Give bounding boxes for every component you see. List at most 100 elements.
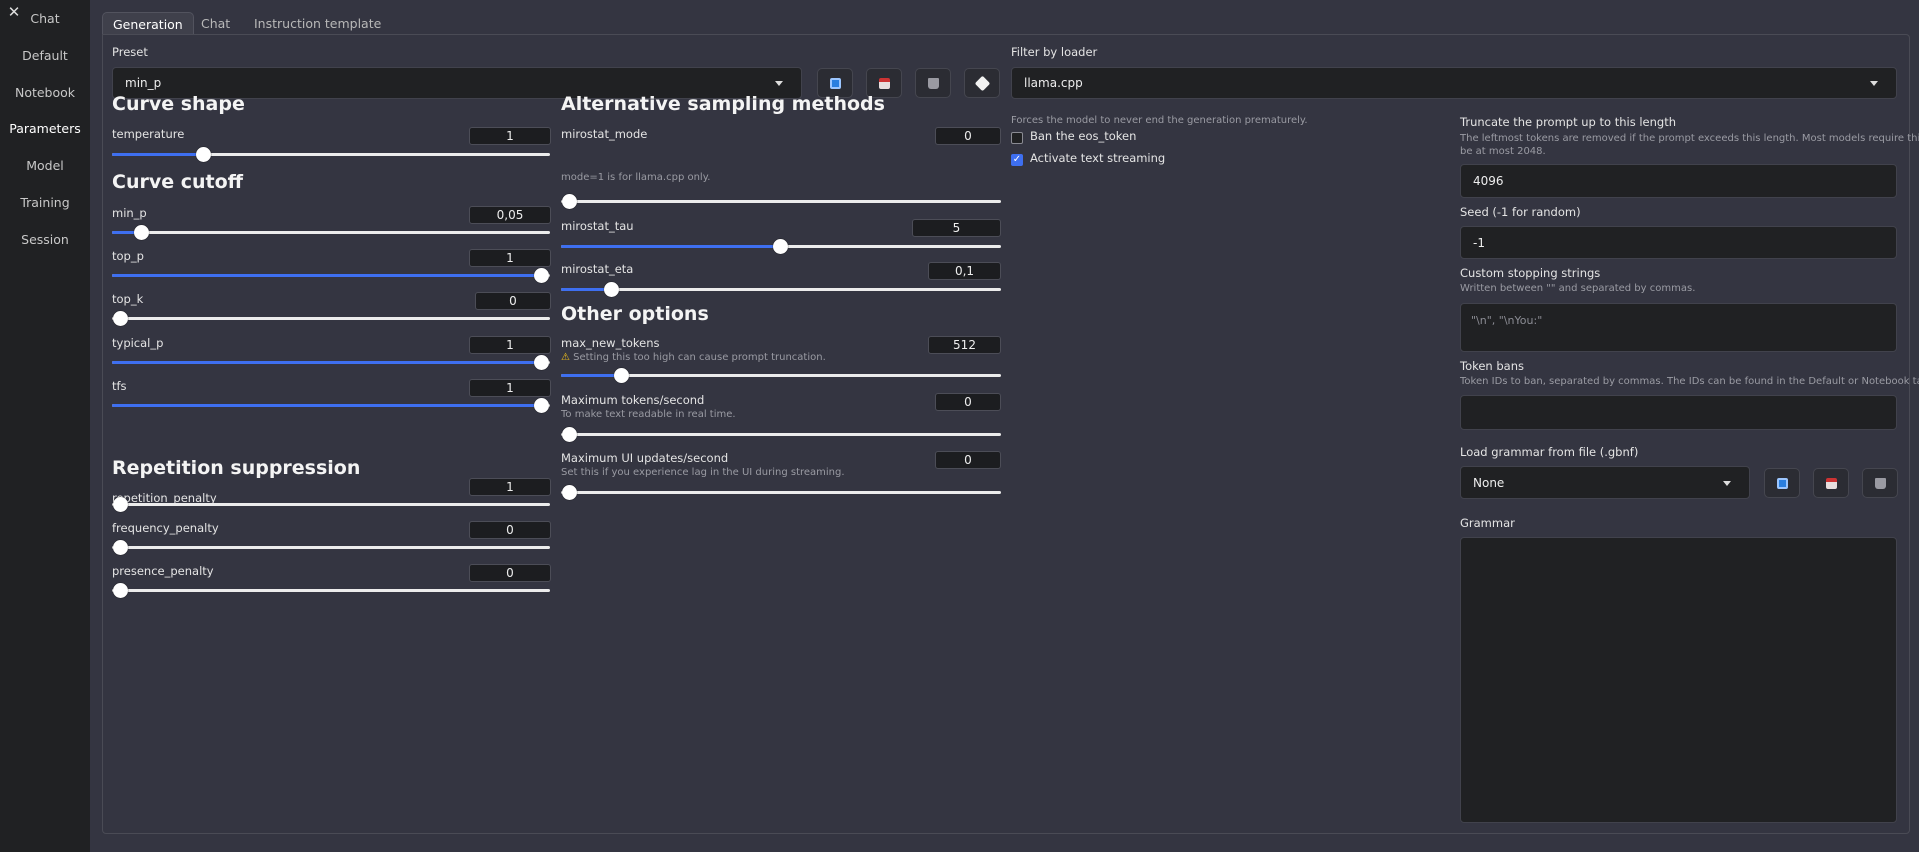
eos-note: Forces the model to never end the genera… — [1011, 115, 1308, 126]
frequency-penalty-slider[interactable] — [112, 540, 550, 555]
preset-value: min_p — [125, 76, 162, 90]
mirostat-eta-input[interactable]: 0,1 — [928, 262, 1001, 280]
typical-p-input[interactable]: 1 — [469, 336, 551, 354]
sidebar-item-parameters[interactable]: Parameters — [0, 121, 90, 136]
max-new-tokens-label: max_new_tokens — [561, 336, 660, 350]
preset-label: Preset — [112, 45, 148, 59]
min-p-slider[interactable] — [112, 225, 550, 240]
top-p-input[interactable]: 1 — [469, 249, 551, 267]
top-k-slider[interactable] — [112, 311, 550, 326]
delete-preset-button[interactable] — [915, 68, 951, 98]
typical-p-label: typical_p — [112, 336, 164, 350]
loader-dropdown[interactable]: llama.cpp — [1011, 67, 1897, 99]
streaming-label: Activate text streaming — [1030, 151, 1166, 165]
slider-handle[interactable] — [134, 225, 149, 240]
top-k-label: top_k — [112, 292, 144, 306]
token-bans-hint: Token IDs to ban, separated by commas. T… — [1460, 376, 1919, 387]
temperature-input[interactable]: 1 — [469, 127, 551, 145]
delete-grammar-button[interactable] — [1862, 468, 1898, 498]
mirostat-eta-label: mirostat_eta — [561, 262, 634, 276]
mirostat-mode-input[interactable]: 0 — [935, 127, 1001, 145]
min-p-input[interactable]: 0,05 — [469, 206, 551, 224]
max-ui-slider[interactable] — [561, 485, 1001, 500]
frequency-penalty-input[interactable]: 0 — [469, 521, 551, 539]
tfs-slider[interactable] — [112, 398, 550, 413]
grammar-label: Grammar — [1460, 516, 1515, 530]
presence-penalty-label: presence_penalty — [112, 564, 214, 578]
sidebar-item-training[interactable]: Training — [0, 195, 90, 210]
sidebar-item-session[interactable]: Session — [0, 232, 90, 247]
truncate-hint-1: The leftmost tokens are removed if the p… — [1460, 133, 1919, 144]
slider-handle[interactable] — [604, 282, 619, 297]
slider-handle[interactable] — [534, 355, 549, 370]
slider-handle[interactable] — [562, 194, 577, 209]
temperature-slider[interactable] — [112, 147, 550, 162]
slider-handle[interactable] — [113, 497, 128, 512]
seed-input[interactable]: -1 — [1460, 226, 1897, 259]
curve-cutoff-heading: Curve cutoff — [112, 171, 244, 193]
max-ui-hint: Set this if you experience lag in the UI… — [561, 467, 845, 478]
max-tps-label: Maximum tokens/second — [561, 393, 705, 407]
min-p-label: min_p — [112, 206, 147, 220]
streaming-checkbox[interactable]: ✓ — [1011, 154, 1023, 166]
slider-handle[interactable] — [113, 311, 128, 326]
tfs-input[interactable]: 1 — [469, 379, 551, 397]
slider-handle[interactable] — [562, 427, 577, 442]
typical-p-slider[interactable] — [112, 355, 550, 370]
stop-strings-input[interactable]: "\n", "\nYou:" — [1460, 303, 1897, 352]
random-preset-button[interactable] — [964, 68, 1000, 98]
loader-label: Filter by loader — [1011, 45, 1098, 59]
max-ui-input[interactable]: 0 — [935, 451, 1001, 469]
save-grammar-button[interactable] — [1813, 468, 1849, 498]
slider-handle[interactable] — [614, 368, 629, 383]
max-new-tokens-slider[interactable] — [561, 368, 1001, 383]
mirostat-mode-hint: mode=1 is for llama.cpp only. — [561, 172, 711, 183]
token-bans-input[interactable] — [1460, 395, 1897, 430]
tab-chat[interactable]: Chat — [201, 12, 230, 35]
mirostat-eta-slider[interactable] — [561, 282, 1001, 297]
ban-eos-checkbox[interactable] — [1011, 132, 1023, 144]
generation-panel: Preset min_p Filter by loader llama.cpp … — [102, 34, 1919, 834]
stop-hint: Written between "" and separated by comm… — [1460, 283, 1696, 294]
warning-icon: ⚠ — [561, 352, 570, 363]
sidebar-item-model[interactable]: Model — [0, 158, 90, 173]
stop-label: Custom stopping strings — [1460, 266, 1601, 280]
tab-instruction-template[interactable]: Instruction template — [254, 12, 381, 35]
tab-generation[interactable]: Generation — [102, 12, 194, 35]
max-tps-slider[interactable] — [561, 427, 1001, 442]
repetition-penalty-slider[interactable] — [112, 497, 550, 512]
sidebar-item-notebook[interactable]: Notebook — [0, 85, 90, 100]
slider-handle[interactable] — [196, 147, 211, 162]
grammar-file-dropdown[interactable]: None — [1460, 466, 1750, 499]
sidebar-item-chat[interactable]: Chat — [0, 11, 90, 26]
ban-eos-label: Ban the eos_token — [1030, 129, 1137, 143]
slider-handle[interactable] — [113, 583, 128, 598]
presence-penalty-slider[interactable] — [112, 583, 550, 598]
mirostat-mode-slider[interactable] — [561, 194, 1001, 209]
slider-handle[interactable] — [562, 485, 577, 500]
slider-handle[interactable] — [773, 239, 788, 254]
alt-sampling-heading: Alternative sampling methods — [561, 93, 885, 115]
slider-handle[interactable] — [534, 398, 549, 413]
loader-value: llama.cpp — [1024, 76, 1083, 90]
slider-handle[interactable] — [534, 268, 549, 283]
truncate-input[interactable]: 4096 — [1460, 164, 1897, 198]
mirostat-tau-input[interactable]: 5 — [912, 219, 1001, 237]
trash-icon — [927, 77, 939, 89]
save-icon — [878, 77, 890, 89]
max-new-tokens-input[interactable]: 512 — [928, 336, 1001, 354]
top-k-input[interactable]: 0 — [475, 292, 551, 310]
mirostat-tau-slider[interactable] — [561, 239, 1001, 254]
temperature-label: temperature — [112, 127, 185, 141]
presence-penalty-input[interactable]: 0 — [469, 564, 551, 582]
sidebar-item-default[interactable]: Default — [0, 48, 90, 63]
max-tps-hint: To make text readable in real time. — [561, 409, 736, 420]
grammar-textarea[interactable] — [1460, 537, 1897, 823]
refresh-grammar-button[interactable] — [1764, 468, 1800, 498]
slider-handle[interactable] — [113, 540, 128, 555]
chevron-down-icon — [775, 81, 783, 86]
repetition-penalty-input[interactable]: 1 — [469, 478, 551, 496]
grammar-file-label: Load grammar from file (.gbnf) — [1460, 445, 1639, 459]
top-p-slider[interactable] — [112, 268, 550, 283]
max-tps-input[interactable]: 0 — [935, 393, 1001, 411]
